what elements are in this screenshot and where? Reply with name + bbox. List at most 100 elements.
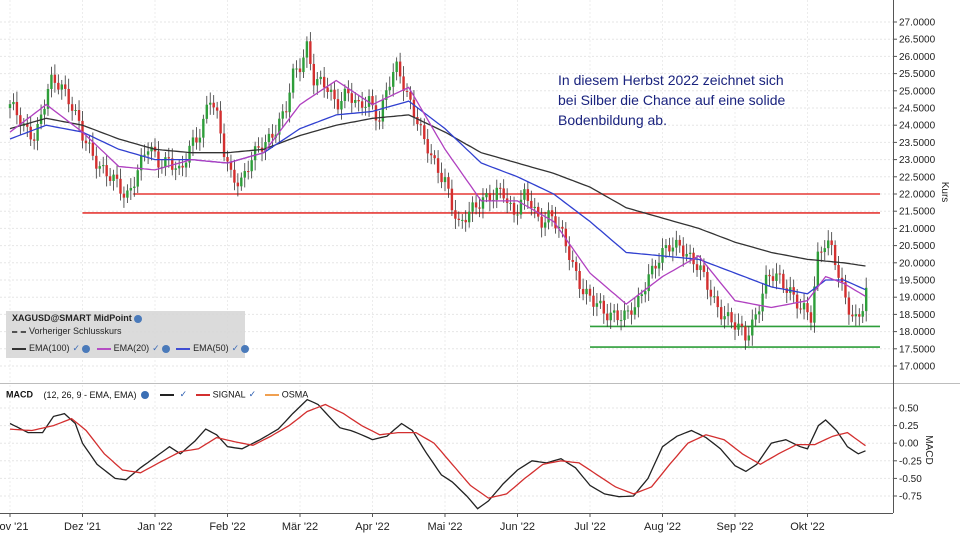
candle-body [146,151,150,155]
candle-body [644,291,647,295]
candle-body [633,307,637,315]
check-icon[interactable]: ✓ [180,389,188,399]
price-tick-label: 17.0000 [899,362,936,373]
candle-body [861,311,864,317]
candle-body [737,323,740,330]
candle-body [481,197,485,209]
macd-tick-label: 0.25 [899,421,919,432]
candle-body [809,312,813,323]
candle-body [830,240,833,245]
candle-body [108,176,112,181]
candle-body [243,171,246,178]
candle-body [205,104,208,119]
macd-signal-label: SIGNAL [212,389,246,400]
candle-body [433,155,436,159]
candle-body [388,86,391,91]
candle-body [619,320,623,322]
check-icon[interactable]: ✓ [73,343,81,353]
time-tick-label: Feb '22 [209,521,245,533]
candle-body [360,101,364,108]
candle-body [115,174,119,179]
candle-body [668,245,671,252]
candle-body [571,259,574,262]
candle-body [626,310,630,312]
candle-body [133,186,136,188]
macd-swatch-icon [159,393,174,396]
candle-body [319,76,322,80]
price-tick-label: 22.0000 [899,190,936,201]
legend-prev-close[interactable]: Vorheriger Schlusskurs [12,326,122,336]
globe-icon[interactable] [141,390,150,399]
macd-tick-label: -0.25 [899,456,922,467]
candle-body [312,63,316,86]
annotation-line-1: In diesem Herbst 2022 zeichnet sich [558,72,784,88]
candle-body [440,172,443,183]
price-legend[interactable]: XAGUSD@SMART MidPoint Vorheriger Schluss… [6,311,250,358]
price-axis-ticks: 27.0000 26.5000 26.0000 25.5000 25.0000 24.50… [893,18,936,373]
candle-body [751,319,754,336]
macd-title: MACD [6,389,33,400]
check-icon[interactable]: ✓ [249,389,257,399]
globe-icon[interactable] [82,344,91,353]
candle-body [612,310,616,313]
candle-body [795,294,799,309]
legend-emas[interactable]: EMA(100) ✓ EMA(20) ✓ EMA(50) ✓ [12,343,250,354]
legend-ema50-label: EMA(50) [193,343,229,353]
globe-icon[interactable] [133,314,142,323]
annotation-line-2: bei Silber die Chance auf eine solide [558,92,786,108]
candle-body [485,193,488,198]
candle-body [592,295,595,307]
macd-legend[interactable]: MACD (12, 26, 9 - EMA, EMA) ✓ SIGNAL ✓ OS… [6,389,308,403]
globe-icon[interactable] [161,344,170,353]
candle-body [474,202,478,208]
candle-body [316,79,319,86]
candle-body [395,61,398,73]
macd-tick-label: 0.50 [899,404,919,415]
candle-body [219,110,222,134]
macd-axis-ticks: 0.50 0.25 0.00 -0.25 -0.50 -0.75 [893,404,922,503]
candle-body [637,295,640,308]
candle-body [136,170,139,187]
candle-body [847,297,851,315]
time-tick-label: Nov '21 [0,521,28,533]
candle-body [443,177,447,183]
price-tick-label: 24.5000 [899,104,936,115]
candle-body [233,169,236,183]
candle-body [782,273,785,289]
candle-body [15,101,19,116]
candle-body [88,142,91,144]
candle-body [623,310,626,321]
candle-body [247,171,250,173]
macd-tick-label: -0.50 [899,474,922,485]
candle-body [516,214,519,216]
candle-body [288,92,291,113]
time-tick-label: Okt '22 [790,521,825,533]
candle-body [719,307,723,320]
candle-body [716,296,719,308]
candle-body [191,137,195,146]
candle-body [95,155,98,169]
time-tick-label: Apr '22 [355,521,390,533]
candle-body [98,166,101,169]
candle-body [202,118,205,138]
candle-body [550,210,554,217]
candle-body [730,312,733,323]
globe-icon[interactable] [241,344,250,353]
candle-body [654,265,657,269]
candle-body [177,165,181,169]
time-tick-label: Jun '22 [500,521,535,533]
macd-tick-label: -0.75 [899,492,922,503]
legend-instrument[interactable]: XAGUSD@SMART MidPoint [12,313,142,323]
check-icon[interactable]: ✓ [232,343,240,353]
candle-body [250,160,253,172]
candle-body [778,273,782,275]
check-icon[interactable]: ✓ [152,343,160,353]
candle-body [322,76,326,88]
candle-body [574,261,578,272]
candle-body [599,300,602,304]
candle-body [392,72,395,87]
candle-body [757,311,761,315]
candle-body [509,202,512,204]
candle-body [512,202,516,215]
candle-body [864,287,868,312]
